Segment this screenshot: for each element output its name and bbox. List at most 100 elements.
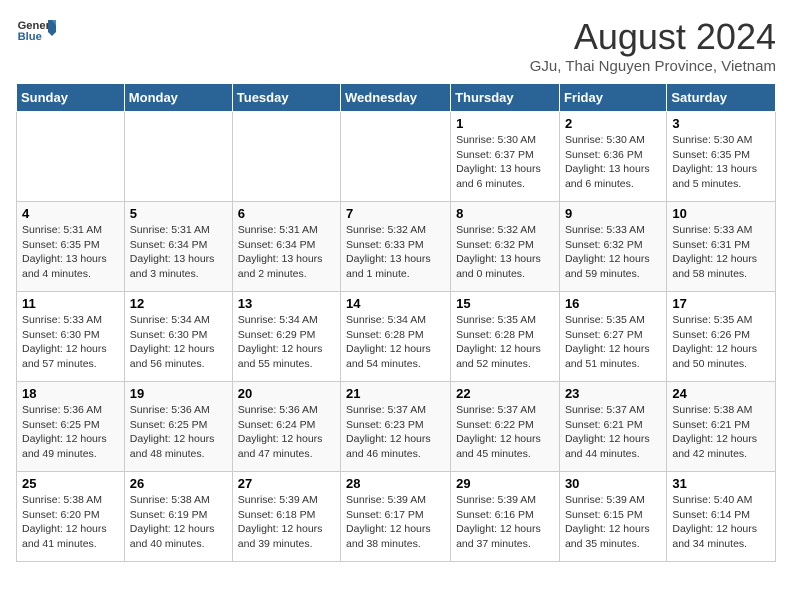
day-info: Sunrise: 5:33 AM Sunset: 6:30 PM Dayligh…: [22, 313, 119, 372]
calendar-cell: 21 Sunrise: 5:37 AM Sunset: 6:23 PM Dayli…: [341, 382, 451, 472]
day-number: 19: [130, 386, 227, 401]
day-number: 12: [130, 296, 227, 311]
day-number: 24: [672, 386, 770, 401]
day-info: Sunrise: 5:39 AM Sunset: 6:17 PM Dayligh…: [346, 493, 445, 552]
calendar-cell: 8 Sunrise: 5:32 AM Sunset: 6:32 PM Daylig…: [451, 202, 560, 292]
day-number: 22: [456, 386, 554, 401]
weekday-header-wednesday: Wednesday: [341, 84, 451, 112]
calendar-table: SundayMondayTuesdayWednesdayThursdayFrid…: [16, 83, 776, 562]
calendar-cell: 13 Sunrise: 5:34 AM Sunset: 6:29 PM Dayli…: [232, 292, 340, 382]
calendar-cell: 16Sunrise: 5:35 AM Sunset: 6:27 PM Dayli…: [559, 292, 666, 382]
calendar-cell: 6 Sunrise: 5:31 AM Sunset: 6:34 PM Daylig…: [232, 202, 340, 292]
calendar-cell: 11 Sunrise: 5:33 AM Sunset: 6:30 PM Dayli…: [17, 292, 125, 382]
day-number: 4: [22, 206, 119, 221]
day-info: Sunrise: 5:36 AM Sunset: 6:25 PM Dayligh…: [130, 403, 227, 462]
calendar-cell: 12 Sunrise: 5:34 AM Sunset: 6:30 PM Dayli…: [124, 292, 232, 382]
day-number: 18: [22, 386, 119, 401]
day-number: 5: [130, 206, 227, 221]
day-info: Sunrise: 5:30 AM Sunset: 6:37 PM Dayligh…: [456, 133, 554, 192]
svg-text:Blue: Blue: [18, 31, 42, 43]
day-number: 29: [456, 476, 554, 491]
day-info: Sunrise: 5:38 AM Sunset: 6:20 PM Dayligh…: [22, 493, 119, 552]
day-number: 25: [22, 476, 119, 491]
day-info: Sunrise: 5:38 AM Sunset: 6:21 PM Dayligh…: [672, 403, 770, 462]
calendar-cell: 23 Sunrise: 5:37 AM Sunset: 6:21 PM Dayli…: [559, 382, 666, 472]
calendar-cell: 28 Sunrise: 5:39 AM Sunset: 6:17 PM Dayli…: [341, 472, 451, 562]
day-info: Sunrise: 5:31 AM Sunset: 6:35 PM Dayligh…: [22, 223, 119, 282]
day-number: 9: [565, 206, 661, 221]
month-year-title: August 2024: [530, 16, 776, 58]
day-number: 31: [672, 476, 770, 491]
week-row-1: 1 Sunrise: 5:30 AM Sunset: 6:37 PM Daylig…: [17, 112, 776, 202]
week-row-4: 18 Sunrise: 5:36 AM Sunset: 6:25 PM Dayli…: [17, 382, 776, 472]
calendar-cell: 4 Sunrise: 5:31 AM Sunset: 6:35 PM Daylig…: [17, 202, 125, 292]
calendar-cell: 10Sunrise: 5:33 AM Sunset: 6:31 PM Dayli…: [667, 202, 776, 292]
day-info: Sunrise: 5:39 AM Sunset: 6:15 PM Dayligh…: [565, 493, 661, 552]
day-info: Sunrise: 5:37 AM Sunset: 6:23 PM Dayligh…: [346, 403, 445, 462]
day-info: Sunrise: 5:40 AM Sunset: 6:14 PM Dayligh…: [672, 493, 770, 552]
day-info: Sunrise: 5:36 AM Sunset: 6:24 PM Dayligh…: [238, 403, 335, 462]
calendar-cell: 26Sunrise: 5:38 AM Sunset: 6:19 PM Dayli…: [124, 472, 232, 562]
logo-icon: General Blue: [16, 16, 56, 44]
location-subtitle: GJu, Thai Nguyen Province, Vietnam: [530, 58, 776, 75]
day-info: Sunrise: 5:39 AM Sunset: 6:16 PM Dayligh…: [456, 493, 554, 552]
calendar-cell: 5 Sunrise: 5:31 AM Sunset: 6:34 PM Daylig…: [124, 202, 232, 292]
day-info: Sunrise: 5:37 AM Sunset: 6:21 PM Dayligh…: [565, 403, 661, 462]
day-number: 2: [565, 116, 661, 131]
day-number: 8: [456, 206, 554, 221]
title-section: August 2024 GJu, Thai Nguyen Province, V…: [530, 16, 776, 75]
day-info: Sunrise: 5:32 AM Sunset: 6:32 PM Dayligh…: [456, 223, 554, 282]
day-info: Sunrise: 5:32 AM Sunset: 6:33 PM Dayligh…: [346, 223, 445, 282]
day-number: 6: [238, 206, 335, 221]
weekday-header-friday: Friday: [559, 84, 666, 112]
day-number: 14: [346, 296, 445, 311]
weekday-header-saturday: Saturday: [667, 84, 776, 112]
day-info: Sunrise: 5:31 AM Sunset: 6:34 PM Dayligh…: [238, 223, 335, 282]
day-number: 28: [346, 476, 445, 491]
day-info: Sunrise: 5:30 AM Sunset: 6:36 PM Dayligh…: [565, 133, 661, 192]
calendar-cell: 22 Sunrise: 5:37 AM Sunset: 6:22 PM Dayli…: [451, 382, 560, 472]
day-number: 30: [565, 476, 661, 491]
day-info: Sunrise: 5:38 AM Sunset: 6:19 PM Dayligh…: [130, 493, 227, 552]
calendar-cell: 18 Sunrise: 5:36 AM Sunset: 6:25 PM Dayli…: [17, 382, 125, 472]
week-row-2: 4 Sunrise: 5:31 AM Sunset: 6:35 PM Daylig…: [17, 202, 776, 292]
logo: General Blue: [16, 16, 56, 44]
day-info: Sunrise: 5:35 AM Sunset: 6:27 PM Dayligh…: [565, 313, 661, 372]
calendar-cell: 15Sunrise: 5:35 AM Sunset: 6:28 PM Dayli…: [451, 292, 560, 382]
day-info: Sunrise: 5:36 AM Sunset: 6:25 PM Dayligh…: [22, 403, 119, 462]
calendar-cell: 17 Sunrise: 5:35 AM Sunset: 6:26 PM Dayli…: [667, 292, 776, 382]
day-number: 17: [672, 296, 770, 311]
day-info: Sunrise: 5:37 AM Sunset: 6:22 PM Dayligh…: [456, 403, 554, 462]
day-number: 23: [565, 386, 661, 401]
day-number: 13: [238, 296, 335, 311]
calendar-cell: 19 Sunrise: 5:36 AM Sunset: 6:25 PM Dayli…: [124, 382, 232, 472]
day-info: Sunrise: 5:35 AM Sunset: 6:26 PM Dayligh…: [672, 313, 770, 372]
day-number: 15: [456, 296, 554, 311]
day-info: Sunrise: 5:34 AM Sunset: 6:29 PM Dayligh…: [238, 313, 335, 372]
weekday-header-monday: Monday: [124, 84, 232, 112]
calendar-cell: [17, 112, 125, 202]
day-number: 10: [672, 206, 770, 221]
calendar-cell: 29 Sunrise: 5:39 AM Sunset: 6:16 PM Dayli…: [451, 472, 560, 562]
weekday-header-thursday: Thursday: [451, 84, 560, 112]
day-number: 11: [22, 296, 119, 311]
day-info: Sunrise: 5:39 AM Sunset: 6:18 PM Dayligh…: [238, 493, 335, 552]
calendar-cell: 27Sunrise: 5:39 AM Sunset: 6:18 PM Dayli…: [232, 472, 340, 562]
page-header: General Blue August 2024 GJu, Thai Nguye…: [16, 16, 776, 75]
calendar-cell: 20Sunrise: 5:36 AM Sunset: 6:24 PM Dayli…: [232, 382, 340, 472]
calendar-cell: 31 Sunrise: 5:40 AM Sunset: 6:14 PM Dayli…: [667, 472, 776, 562]
calendar-cell: 30 Sunrise: 5:39 AM Sunset: 6:15 PM Dayli…: [559, 472, 666, 562]
day-info: Sunrise: 5:30 AM Sunset: 6:35 PM Dayligh…: [672, 133, 770, 192]
day-number: 21: [346, 386, 445, 401]
calendar-cell: 1 Sunrise: 5:30 AM Sunset: 6:37 PM Daylig…: [451, 112, 560, 202]
week-row-3: 11 Sunrise: 5:33 AM Sunset: 6:30 PM Dayli…: [17, 292, 776, 382]
day-info: Sunrise: 5:31 AM Sunset: 6:34 PM Dayligh…: [130, 223, 227, 282]
day-info: Sunrise: 5:34 AM Sunset: 6:30 PM Dayligh…: [130, 313, 227, 372]
day-number: 1: [456, 116, 554, 131]
calendar-cell: 7 Sunrise: 5:32 AM Sunset: 6:33 PM Daylig…: [341, 202, 451, 292]
day-number: 7: [346, 206, 445, 221]
week-row-5: 25 Sunrise: 5:38 AM Sunset: 6:20 PM Dayli…: [17, 472, 776, 562]
calendar-cell: [124, 112, 232, 202]
calendar-cell: 14Sunrise: 5:34 AM Sunset: 6:28 PM Dayli…: [341, 292, 451, 382]
weekday-header-tuesday: Tuesday: [232, 84, 340, 112]
